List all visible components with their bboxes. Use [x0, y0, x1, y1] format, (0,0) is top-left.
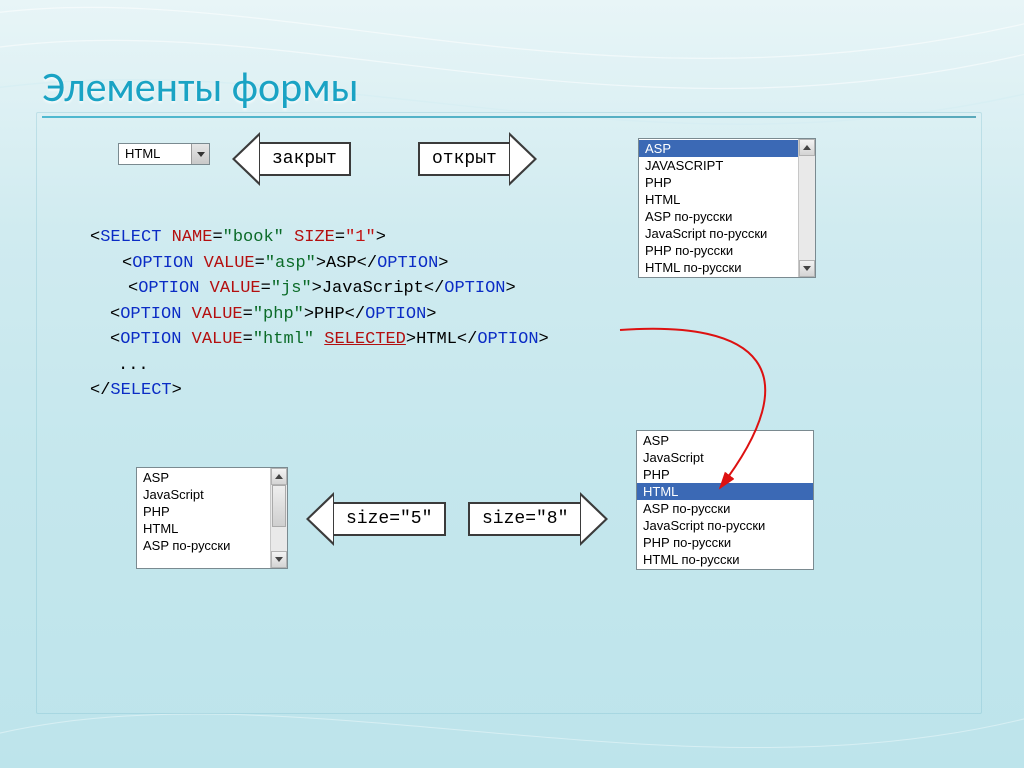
- list-item[interactable]: JavaScript по-русски: [639, 225, 798, 242]
- list-item[interactable]: HTML: [639, 191, 798, 208]
- content-frame: [36, 112, 982, 714]
- arrow-size5-label: size="5": [334, 502, 444, 536]
- select-open-list[interactable]: ASP JAVASCRIPT PHP HTML ASP по-русски Ja…: [638, 138, 816, 278]
- arrow-size5: size="5": [306, 492, 446, 546]
- scroll-track[interactable]: [271, 485, 287, 551]
- select-size5-list[interactable]: ASP JavaScript PHP HTML ASP по-русски: [136, 467, 288, 569]
- chevron-up-icon: [803, 145, 811, 150]
- scroll-down-button[interactable]: [799, 260, 815, 277]
- select-size8-items: ASP JavaScript PHP HTML ASP по-русски Ja…: [637, 431, 813, 569]
- list-item[interactable]: ASP по-русски: [639, 208, 798, 225]
- select-closed-value: HTML: [119, 144, 191, 164]
- chevron-down-icon: [197, 152, 205, 157]
- list-item[interactable]: PHP по-русски: [637, 534, 813, 551]
- list-item[interactable]: HTML по-русски: [639, 259, 798, 276]
- list-item[interactable]: JAVASCRIPT: [639, 157, 798, 174]
- list-item[interactable]: ASP по-русски: [637, 500, 813, 517]
- list-item[interactable]: PHP: [137, 503, 270, 520]
- select-size8-list[interactable]: ASP JavaScript PHP HTML ASP по-русски Ja…: [636, 430, 814, 570]
- list-item[interactable]: ASP: [137, 469, 270, 486]
- arrow-open: открыт: [418, 132, 537, 186]
- scrollbar[interactable]: [270, 468, 287, 568]
- scroll-down-button[interactable]: [271, 551, 287, 568]
- list-item[interactable]: JavaScript: [137, 486, 270, 503]
- arrow-closed-label: закрыт: [260, 142, 349, 176]
- select-closed[interactable]: HTML: [118, 143, 210, 165]
- dropdown-button[interactable]: [191, 144, 209, 164]
- code-example: <SELECT NAME="book" SIZE="1"> <OPTION VA…: [90, 225, 549, 404]
- arrow-size8-label: size="8": [470, 502, 580, 536]
- arrow-closed: закрыт: [232, 132, 351, 186]
- select-size5-items: ASP JavaScript PHP HTML ASP по-русски: [137, 468, 270, 568]
- list-item[interactable]: PHP по-русски: [639, 242, 798, 259]
- scroll-track[interactable]: [799, 156, 815, 260]
- scrollbar[interactable]: [798, 139, 815, 277]
- list-item[interactable]: JavaScript по-русски: [637, 517, 813, 534]
- chevron-down-icon: [275, 557, 283, 562]
- list-item[interactable]: PHP: [639, 174, 798, 191]
- list-item[interactable]: ASP: [637, 432, 813, 449]
- slide-title: Элементы формы: [42, 62, 359, 113]
- list-item[interactable]: PHP: [637, 466, 813, 483]
- arrow-size8: size="8": [468, 492, 608, 546]
- list-item[interactable]: HTML по-русски: [637, 551, 813, 568]
- list-item[interactable]: ASP по-русски: [137, 537, 270, 554]
- scroll-up-button[interactable]: [271, 468, 287, 485]
- arrow-open-label: открыт: [420, 142, 509, 176]
- list-item[interactable]: HTML: [137, 520, 270, 537]
- list-item[interactable]: JavaScript: [637, 449, 813, 466]
- list-item[interactable]: ASP: [639, 140, 798, 157]
- list-item[interactable]: HTML: [637, 483, 813, 500]
- scroll-thumb[interactable]: [272, 485, 286, 527]
- select-open-items: ASP JAVASCRIPT PHP HTML ASP по-русски Ja…: [639, 139, 798, 277]
- chevron-up-icon: [275, 474, 283, 479]
- scroll-up-button[interactable]: [799, 139, 815, 156]
- chevron-down-icon: [803, 266, 811, 271]
